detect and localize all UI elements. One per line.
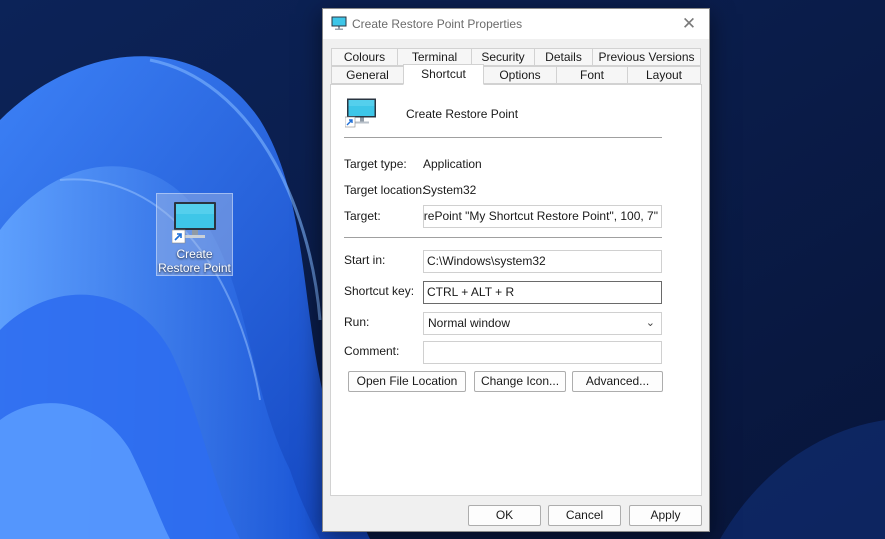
start-in-text: C:\Windows\system32 xyxy=(427,254,546,268)
separator xyxy=(344,137,662,138)
start-in-label: Start in: xyxy=(344,253,386,267)
cancel-button[interactable]: Cancel xyxy=(548,505,621,526)
target-location-value: System32 xyxy=(423,183,477,197)
target-label: Target: xyxy=(344,209,381,223)
start-in-field[interactable]: C:\Windows\system32 xyxy=(423,250,662,273)
run-select-value: Normal window xyxy=(428,316,511,330)
run-label: Run: xyxy=(344,315,370,329)
tab-font[interactable]: Font xyxy=(556,66,628,84)
title-bar[interactable]: Create Restore Point Properties ✕ xyxy=(323,9,709,39)
separator xyxy=(344,237,662,238)
comment-field[interactable] xyxy=(423,341,662,364)
tab-colours[interactable]: Colours xyxy=(331,48,398,66)
shortcut-key-text: CTRL + ALT + R xyxy=(427,285,515,299)
ok-button[interactable]: OK xyxy=(468,505,541,526)
comment-label: Comment: xyxy=(344,344,400,358)
application-icon xyxy=(345,98,376,128)
close-button[interactable]: ✕ xyxy=(669,9,709,39)
tab-shortcut[interactable]: Shortcut xyxy=(403,64,484,85)
tab-general[interactable]: General xyxy=(331,66,404,84)
close-icon: ✕ xyxy=(681,14,697,33)
shortcut-key-label: Shortcut key: xyxy=(344,284,415,298)
desktop-shortcut-create-restore-point[interactable]: Create Restore Point xyxy=(156,193,233,276)
run-select[interactable]: Normal window ⌄ xyxy=(423,312,662,335)
advanced-button[interactable]: Advanced... xyxy=(572,371,663,392)
tab-details[interactable]: Details xyxy=(534,48,593,66)
shortcut-key-field[interactable]: CTRL + ALT + R xyxy=(423,281,662,304)
window-title: Create Restore Point Properties xyxy=(352,17,523,31)
shortcut-name: Create Restore Point xyxy=(406,107,519,121)
tab-layout[interactable]: Layout xyxy=(627,66,701,84)
target-type-value: Application xyxy=(423,157,482,171)
apply-button[interactable]: Apply xyxy=(629,505,702,526)
change-icon-button[interactable]: Change Icon... xyxy=(474,371,566,392)
tab-previous-versions[interactable]: Previous Versions xyxy=(592,48,701,66)
target-type-label: Target type: xyxy=(344,157,407,171)
shortcut-tab-panel: Create Restore Point Target type: Applic… xyxy=(330,84,702,496)
tab-options[interactable]: Options xyxy=(483,66,557,84)
open-file-location-button[interactable]: Open File Location xyxy=(348,371,466,392)
target-location-label: Target location: xyxy=(344,183,426,197)
desktop-shortcut-label: Create Restore Point xyxy=(158,247,231,275)
monitor-icon xyxy=(331,16,347,30)
monitor-shortcut-icon xyxy=(172,202,216,244)
properties-dialog: Create Restore Point Properties ✕ Colour… xyxy=(322,8,710,532)
target-field[interactable]: RestorePoint "My Shortcut Restore Point"… xyxy=(423,205,662,228)
chevron-down-icon: ⌄ xyxy=(645,317,655,329)
target-field-text: RestorePoint "My Shortcut Restore Point"… xyxy=(423,209,658,223)
